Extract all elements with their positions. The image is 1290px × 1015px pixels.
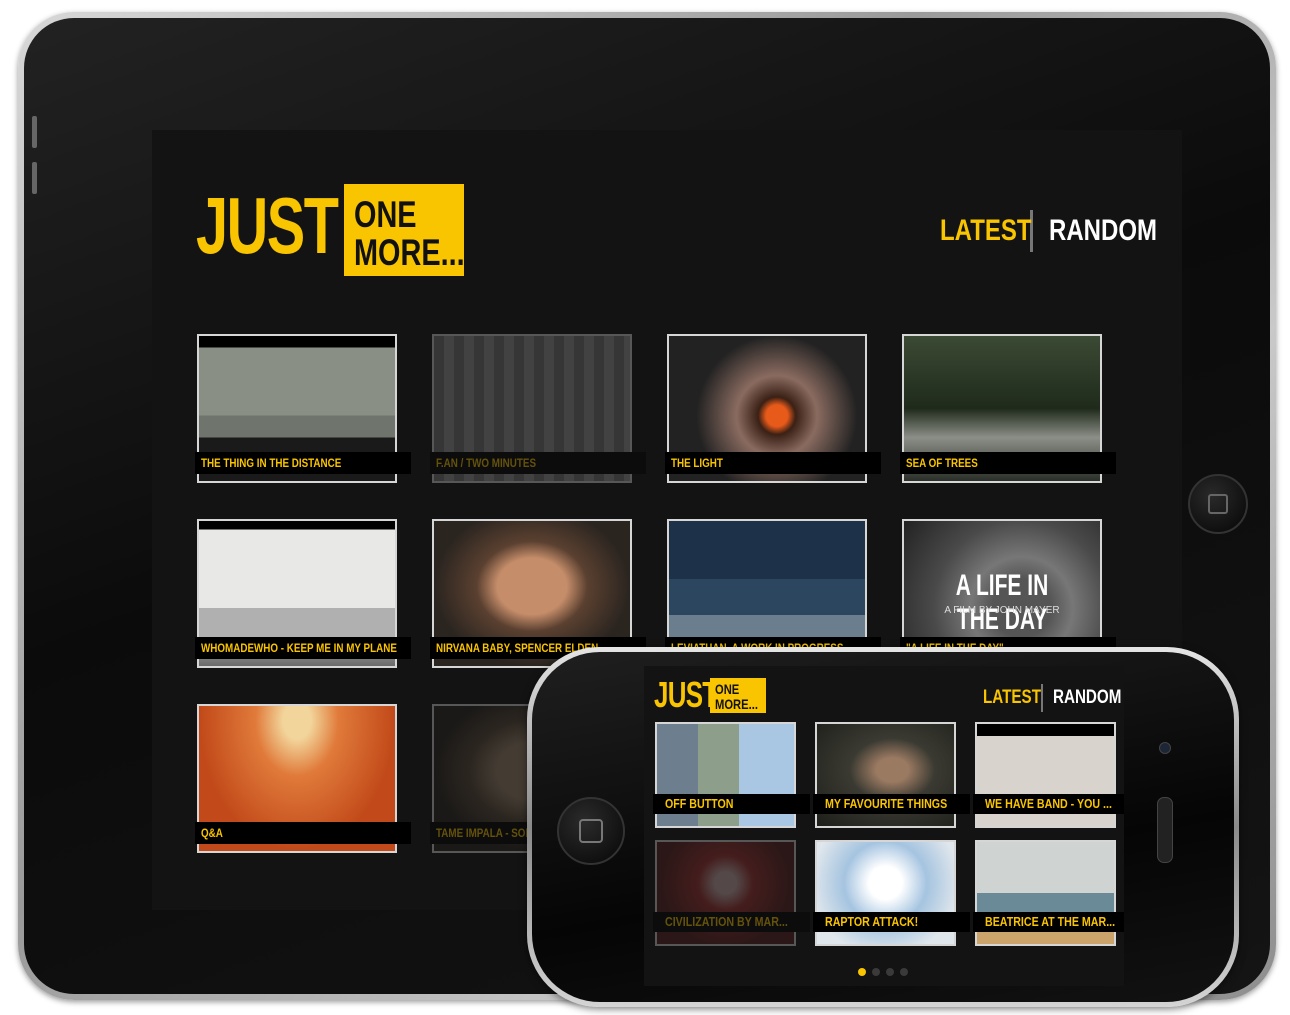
page-dot[interactable] <box>858 968 866 976</box>
video-title: MY FAVOURITE THINGS <box>813 794 970 814</box>
video-title: Q&A <box>195 822 411 844</box>
logo-more-text-small: MORE... <box>715 696 758 712</box>
video-title: RAPTOR ATTACK! <box>813 912 970 932</box>
video-tile[interactable]: OFF BUTTON <box>653 722 810 828</box>
video-tile[interactable]: MY FAVOURITE THINGS <box>813 722 970 828</box>
page-indicator[interactable] <box>858 968 908 976</box>
video-tile[interactable]: SEA OF TREES <box>900 334 1116 483</box>
video-title: WE HAVE BAND - YOU ... <box>973 794 1124 814</box>
logo-just-text-small: JUST <box>654 674 718 715</box>
page-dot[interactable] <box>886 968 894 976</box>
logo-more-text: MORE... <box>354 232 465 273</box>
tablet-home-button[interactable] <box>1188 474 1248 534</box>
tablet-side-button <box>32 162 37 194</box>
nav-random-small[interactable]: RANDOM <box>1053 687 1121 709</box>
logo-just-text: JUST <box>196 181 339 270</box>
video-tile[interactable]: THE THING IN THE DISTANCE <box>195 334 411 483</box>
main-nav-small: LATEST RANDOM <box>983 684 1124 712</box>
thumbnail-overlay-subtitle: A FILM BY JOHN MAYER <box>944 605 1060 616</box>
video-title: THE THING IN THE DISTANCE <box>195 452 411 474</box>
phone-speaker <box>1157 797 1173 863</box>
logo-box: ONE MORE... <box>344 184 465 276</box>
video-tile[interactable]: BEATRICE AT THE MAR... <box>973 840 1124 946</box>
phone-home-button[interactable] <box>557 797 625 865</box>
video-title: SEA OF TREES <box>900 452 1116 474</box>
video-tile[interactable]: A LIFE IN THE DAYA FILM BY JOHN MAYER"A … <box>900 519 1116 668</box>
logo-box-small: ONE MORE... <box>710 678 766 713</box>
nav-divider-small <box>1041 684 1043 712</box>
video-tile[interactable]: Q&A <box>195 704 411 853</box>
video-tile[interactable]: WHOMADEWHO - KEEP ME IN MY PLANE <box>195 519 411 668</box>
nav-latest[interactable]: LATEST <box>940 214 1032 248</box>
tablet-side-button <box>32 116 37 148</box>
video-tile[interactable]: CIVILIZATION BY MAR... <box>653 840 810 946</box>
video-tile[interactable]: RAPTOR ATTACK! <box>813 840 970 946</box>
video-tile[interactable]: NIRVANA BABY, SPENCER ELDEN <box>430 519 646 668</box>
video-title: F.AN / TWO MINUTES <box>430 452 646 474</box>
phone-screen: JUST ONE MORE... LATEST RANDOM OFF BUTTO… <box>644 666 1124 986</box>
main-nav: LATEST RANDOM <box>940 210 1182 252</box>
video-tile[interactable]: WE HAVE BAND - YOU ... <box>973 722 1124 828</box>
logo-one-text-small: ONE <box>715 681 740 697</box>
video-tile[interactable]: LEVIATHAN, A WORK IN PROGRESS <box>665 519 881 668</box>
video-tile[interactable]: F.AN / TWO MINUTES <box>430 334 646 483</box>
video-title: OFF BUTTON <box>653 794 810 814</box>
logo-one-text: ONE <box>354 194 417 235</box>
phone-device: JUST ONE MORE... LATEST RANDOM OFF BUTTO… <box>527 647 1239 1007</box>
page-dot[interactable] <box>900 968 908 976</box>
phone-camera <box>1159 742 1171 754</box>
page-dot[interactable] <box>872 968 880 976</box>
video-title: THE LIGHT <box>665 452 881 474</box>
video-title: BEATRICE AT THE MAR... <box>973 912 1124 932</box>
thumbnail-overlay-title: A LIFE IN THE DAY <box>955 569 1049 636</box>
video-title: WHOMADEWHO - KEEP ME IN MY PLANE <box>195 637 411 659</box>
nav-random[interactable]: RANDOM <box>1049 214 1157 248</box>
video-title: CIVILIZATION BY MAR... <box>653 912 810 932</box>
video-tile[interactable]: THE LIGHT <box>665 334 881 483</box>
nav-latest-small[interactable]: LATEST <box>983 687 1041 709</box>
